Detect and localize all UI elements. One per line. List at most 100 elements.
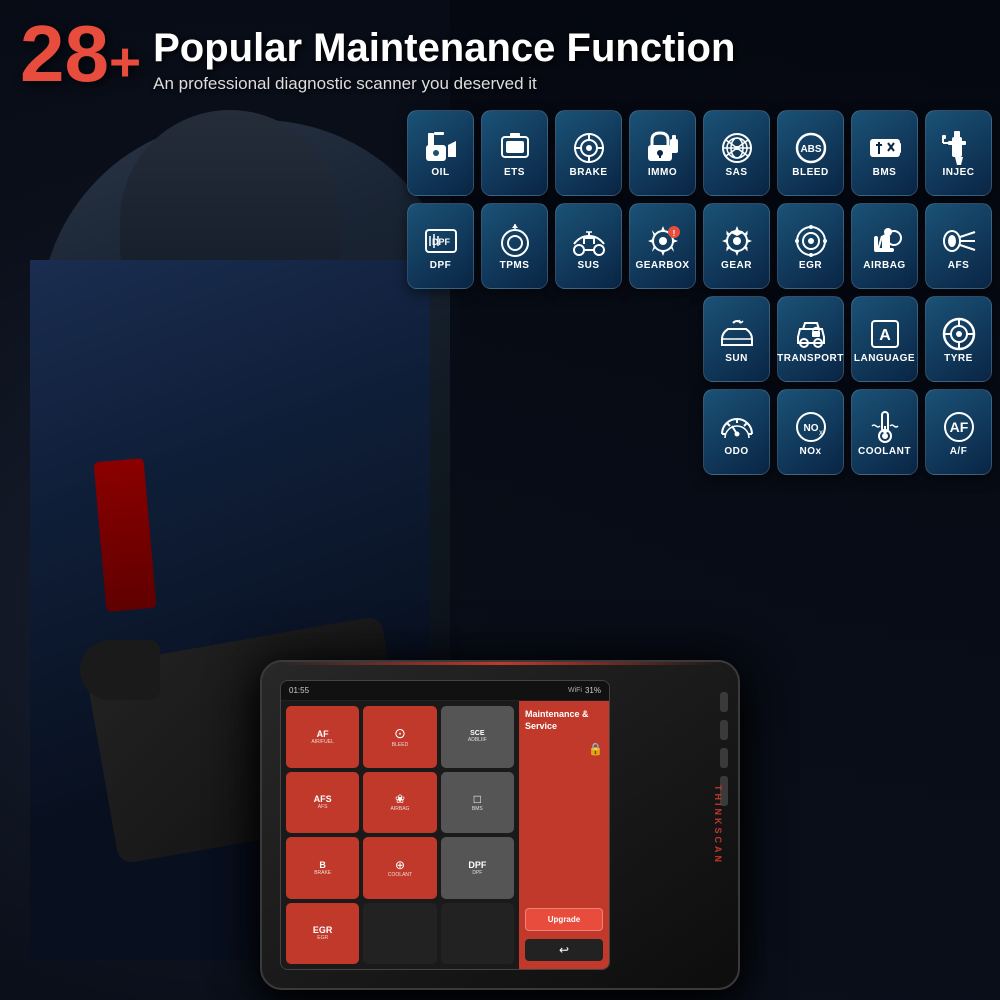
header: 28 + Popular Maintenance Function An pro… [0,0,1000,94]
device-screen: 01:55 WiFi 31% AF AIR/FUEL [280,680,610,970]
gearbox-icon: ! [644,222,682,260]
func-bleed-label: BLEED [792,167,828,178]
screen-app-airbag-label: AIRBAG [391,806,410,812]
device-btn-2[interactable] [720,720,728,740]
screen-app-adblue-icon: SCE [470,730,484,737]
func-af[interactable]: AF A/F [925,389,992,475]
func-sus[interactable]: SUS [555,203,622,289]
screen-upgrade-btn[interactable]: Upgrade [525,908,603,931]
screen-app-bms-icon: □ [474,792,481,806]
screen-sidebar: Maintenance & Service 🔒 Upgrade ↩ [519,701,609,969]
screen-app-af-icon: AF [317,729,329,739]
dpf-icon: DPF [422,222,460,260]
func-egr[interactable]: EGR [777,203,844,289]
tpms-icon [496,222,534,260]
screen-app-bms[interactable]: □ BMS [441,772,514,834]
screen-app-coolant-icon: ⊕ [395,858,405,872]
screen-app-egr[interactable]: EGR EGR [286,903,359,965]
screen-status-icons: WiFi 31% [568,686,601,695]
ets-icon [496,129,534,167]
functions-section: OIL ETS [392,110,992,482]
screen-time: 01:55 [289,686,309,695]
screen-app-bms-label: BMS [472,806,483,812]
screen-app-egr-icon: EGR [313,925,333,935]
airbag-icon [866,222,904,260]
screen-app-dpf-label: DPF [472,870,482,876]
func-tyre[interactable]: TYRE [925,296,992,382]
screen-app-coolant[interactable]: ⊕ COOLANT [363,837,436,899]
func-immo[interactable]: IMMO [629,110,696,196]
func-sun-label: SUN [725,353,748,364]
func-oil-label: OIL [431,167,449,178]
func-bms-label: BMS [873,167,897,178]
svg-text:NO: NO [803,423,818,434]
egr-icon [792,222,830,260]
func-airbag[interactable]: AIRBAG [851,203,918,289]
func-tpms[interactable]: TPMS [481,203,548,289]
screen-lock-icon: 🔒 [588,742,603,756]
func-odo[interactable]: ODO [703,389,770,475]
sus-icon [570,222,608,260]
func-dpf[interactable]: DPF DPF [407,203,474,289]
func-ets-label: ETS [504,167,525,178]
header-title: Popular Maintenance Function [153,26,735,70]
func-transport[interactable]: TRANSPORT [777,296,844,382]
func-bms[interactable]: BMS [851,110,918,196]
main-overlay: 28 + Popular Maintenance Function An pro… [0,0,1000,1000]
func-gearbox-label: GEARBOX [635,260,689,271]
oil-icon [422,129,460,167]
screen-app-afs-label: AFS [318,804,328,810]
gear-icon [718,222,756,260]
brake-icon [570,129,608,167]
screen-app-dpf-icon: DPF [468,860,486,870]
screen-app-brake[interactable]: B BRAKE [286,837,359,899]
func-bleed[interactable]: ABS BLEED [777,110,844,196]
screen-app-dpf[interactable]: DPF DPF [441,837,514,899]
func-af-label: A/F [950,446,968,457]
af-icon: AF [940,408,978,446]
screen-app-airbag[interactable]: ❀ AIRBAG [363,772,436,834]
func-language[interactable]: A LANGUAGE [851,296,918,382]
svg-text:x: x [819,428,823,437]
number-badge: 28 + [20,18,141,90]
screen-wifi: WiFi [568,687,582,694]
screen-status-bar: 01:55 WiFi 31% [281,681,609,701]
number-plus: + [109,38,141,88]
tyre-icon [940,315,978,353]
screen-app-bleed[interactable]: ⊙ BLEED [363,706,436,768]
func-oil[interactable]: OIL [407,110,474,196]
func-nox[interactable]: NO x NOx [777,389,844,475]
svg-text:ABS: ABS [800,144,821,155]
screen-app-bleed-label: BLEED [392,742,408,748]
immo-icon [644,129,682,167]
screen-back-btn[interactable]: ↩ [525,939,603,961]
svg-text:AF: AF [949,419,968,435]
device-btn-3[interactable] [720,748,728,768]
func-sas[interactable]: SAS [703,110,770,196]
screen-app-af[interactable]: AF AIR/FUEL [286,706,359,768]
screen-app-empty-2 [441,903,514,965]
func-brake[interactable]: BRAKE [555,110,622,196]
screen-app-bleed-icon: ⊙ [394,725,406,742]
func-gearbox[interactable]: ! GEARBOX [629,203,696,289]
func-sun[interactable]: SUN [703,296,770,382]
screen-app-adblue[interactable]: SCE ADBLIIF [441,706,514,768]
func-tyre-label: TYRE [944,353,973,364]
screen-app-brake-label: BRAKE [314,870,331,876]
svg-text:!: ! [672,229,675,238]
screen-app-afs[interactable]: AFS AFS [286,772,359,834]
screen-app-airbag-icon: ❀ [395,792,405,806]
func-injec-label: INJEC [943,167,975,178]
functions-row-4: ODO NO x NOx [392,389,992,475]
func-airbag-label: AIRBAG [863,260,905,271]
device-btn-1[interactable] [720,692,728,712]
func-afs[interactable]: AFS [925,203,992,289]
func-injec[interactable]: INJEC [925,110,992,196]
func-gear[interactable]: GEAR [703,203,770,289]
screen-apps-grid: AF AIR/FUEL ⊙ BLEED SCE ADBLIIF [281,701,519,969]
func-coolant[interactable]: COOLANT [851,389,918,475]
func-ets[interactable]: ETS [481,110,548,196]
functions-row-2: DPF DPF TPMS [392,203,992,289]
coolant-icon [866,408,904,446]
device-brand-label: THINKSCAN [713,785,723,865]
